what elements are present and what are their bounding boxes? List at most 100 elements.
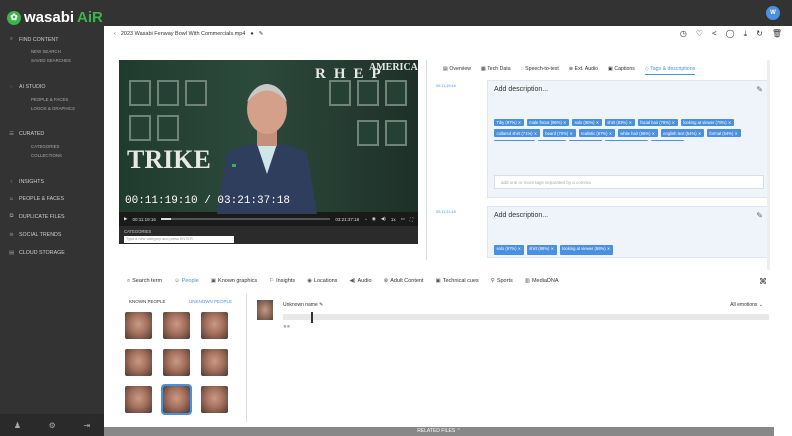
edit-description-icon[interactable]: ✎	[756, 85, 763, 94]
download-icon[interactable]: ⤓	[744, 29, 748, 39]
tag-chip[interactable]: looking at viewer (78%) ✕	[680, 119, 734, 127]
brand-logo[interactable]: ✿ wasabi AiR	[7, 9, 103, 26]
face-thumbnail[interactable]	[125, 312, 152, 339]
sidebar-item-insights[interactable]: ♀ INSIGHTS	[0, 179, 104, 185]
timeline-marker[interactable]	[311, 312, 313, 323]
tag-chip[interactable]: collared shirt (71%) ✕	[494, 129, 540, 137]
remove-tag-icon[interactable]: ✕	[533, 131, 538, 136]
tab-known-graphics[interactable]: ▣ Known graphics	[211, 278, 257, 285]
sidebar-item-saved-searches[interactable]: SAVED SEARCHES	[0, 58, 104, 63]
remove-tag-icon[interactable]: ✕	[670, 120, 676, 125]
tag-chip[interactable]: shirt (86%) ✕	[526, 245, 557, 255]
info-icon[interactable]: ●	[250, 31, 253, 37]
fullscreen-icon[interactable]: ⛶	[410, 217, 413, 222]
layout-toggle-icon[interactable]: ⌘	[759, 277, 767, 286]
face-thumbnail[interactable]	[201, 312, 228, 339]
tag-chip[interactable]: white shirt (51%) ✕	[494, 139, 535, 141]
tab-audio[interactable]: ◀) Audio	[349, 278, 371, 285]
sidebar-item-new-search[interactable]: NEW SEARCH	[0, 49, 104, 54]
face-thumbnail[interactable]	[125, 349, 152, 376]
remove-tag-icon[interactable]: ✕	[517, 120, 522, 125]
remove-tag-icon[interactable]: ✕	[568, 131, 573, 136]
clock-icon[interactable]: ◷	[680, 29, 687, 39]
timer-icon[interactable]: ◔	[364, 217, 367, 222]
sidebar-item-social-trends[interactable]: ≋ SOCIAL TRENDS	[0, 232, 104, 238]
face-thumbnail[interactable]	[125, 386, 152, 413]
tag-chip[interactable]: solo (90%) ✕	[572, 119, 602, 127]
tab-insights[interactable]: ⚐ Insights	[269, 278, 295, 285]
appearance-timeline[interactable]	[283, 314, 769, 320]
sidebar-item-duplicate-files[interactable]: ⧉ DUPLICATE FILES	[0, 213, 104, 220]
eye-icon[interactable]: ◉	[372, 216, 376, 222]
tags-input[interactable]: add one or more tags separated by a comm…	[494, 175, 764, 189]
delete-icon[interactable]: 🗑	[772, 29, 782, 39]
play-icon[interactable]: ▶	[124, 216, 127, 222]
description-field[interactable]: Add description...	[494, 86, 548, 93]
tag-chip[interactable]: suit (51%) ✕	[537, 139, 567, 141]
known-people-tab[interactable]: KNOWN PEOPLE	[129, 299, 166, 304]
tag-chip[interactable]: male focus (96%) ✕	[526, 119, 570, 127]
subtitles-icon[interactable]: ▭	[401, 216, 405, 222]
refresh-icon[interactable]: ↻	[756, 29, 763, 39]
tag-chip[interactable]: facial hair (78%) ✕	[637, 119, 678, 127]
video-frame[interactable]: TRIKE RHEP AMERICA 00:11:19:10 / 03:21:3…	[119, 60, 418, 214]
edit-icon[interactable]: ✎	[259, 31, 264, 37]
face-thumbnail[interactable]	[201, 349, 228, 376]
tag-chip[interactable]: upper body (50%) ✕	[605, 139, 649, 141]
remove-tag-icon[interactable]: ✕	[549, 246, 555, 251]
video-player[interactable]: TRIKE RHEP AMERICA 00:11:19:10 / 03:21:3…	[119, 60, 418, 244]
tab-search-term[interactable]: ⌕ Search term	[127, 278, 162, 285]
category-input[interactable]: Type a new category and press ENTER	[124, 236, 234, 243]
remove-tag-icon[interactable]: ✕	[650, 131, 656, 136]
scrollbar[interactable]	[767, 60, 770, 270]
emotions-dropdown[interactable]: All emotions ⌄	[730, 302, 763, 308]
remove-tag-icon[interactable]: ✕	[562, 120, 567, 125]
face-thumbnail-selected[interactable]	[161, 384, 192, 415]
face-thumbnail[interactable]	[163, 349, 190, 376]
tab-people[interactable]: ☺ People	[174, 278, 199, 285]
tab-locations[interactable]: ◉ Locations	[307, 278, 337, 285]
remove-tag-icon[interactable]: ✕	[628, 120, 633, 125]
tab-technical-cues[interactable]: ▣ Technical cues	[436, 278, 479, 285]
avatar[interactable]: W	[766, 6, 780, 20]
face-thumbnail[interactable]	[201, 386, 228, 413]
sidebar-item-logos-graphics[interactable]: LOGOS & GRAPHICS	[0, 106, 104, 111]
volume-icon[interactable]: ◀)	[381, 216, 386, 222]
tag-chip[interactable]: formal (54%) ✕	[706, 129, 741, 137]
tab-speech-to-text[interactable]: ◌ Speech-to-text	[521, 66, 559, 75]
sidebar-item-collections[interactable]: COLLECTIONS	[0, 153, 104, 158]
sidebar-item-cloud-storage[interactable]: ▤ CLOUD STORAGE	[0, 250, 104, 256]
edit-name-icon[interactable]: ✎	[319, 302, 323, 308]
speed-button[interactable]: 1x	[391, 217, 396, 222]
tab-tags-descriptions[interactable]: ◇ Tags & descriptions	[644, 66, 696, 75]
segment-time[interactable]: 00:11:19:16	[436, 84, 456, 88]
tab-tech-data[interactable]: ▦ Tech Data	[481, 66, 511, 75]
tag-chip[interactable]: realistic (67%) ✕	[578, 129, 615, 137]
sidebar-item-curated[interactable]: ☰ CURATED	[0, 131, 104, 137]
logout-icon[interactable]: ⇥	[83, 421, 90, 430]
settings-icon[interactable]: ⚙	[49, 421, 56, 430]
tab-captions[interactable]: ▣ Captions	[608, 66, 635, 75]
remove-tag-icon[interactable]: ✕	[733, 131, 739, 136]
tag-chip[interactable]: beard (70%) ✕	[542, 129, 576, 137]
remove-tag-icon[interactable]: ✕	[606, 246, 611, 251]
sidebar-item-categories[interactable]: CATEGORIES	[0, 144, 104, 149]
tag-chip[interactable]: Tiby (97%) ✕	[494, 119, 524, 127]
related-files-bar[interactable]: RELATED FILES ⌃	[104, 427, 774, 436]
sidebar-item-people[interactable]: ☺ PEOPLE & FACES	[0, 196, 104, 202]
tag-chip[interactable]: looking at viewer (86%) ✕	[559, 245, 613, 255]
tag-chip[interactable]: shirt (83%) ✕	[604, 119, 635, 127]
sidebar-item-ai-studio[interactable]: ◌ AI STUDIO	[0, 84, 104, 90]
face-thumbnail[interactable]	[163, 312, 190, 339]
segment-time[interactable]: 00:11:21:18	[436, 210, 456, 214]
comment-icon[interactable]: ◯	[726, 29, 735, 39]
person-name[interactable]: Unknown name ✎	[283, 302, 323, 308]
remove-tag-icon[interactable]: ✕	[727, 120, 732, 125]
tab-overview[interactable]: ▤ Overview	[443, 66, 471, 75]
description-field[interactable]: Add description...	[494, 212, 548, 219]
remove-tag-icon[interactable]: ✕	[697, 131, 702, 136]
tag-chip[interactable]: jacket (50%) ✕	[651, 139, 685, 141]
remove-tag-icon[interactable]: ✕	[517, 246, 522, 251]
tab-sports[interactable]: ⚲ Sports	[491, 278, 513, 285]
tab-adult-content[interactable]: ⊗ Adult Content	[384, 278, 424, 285]
